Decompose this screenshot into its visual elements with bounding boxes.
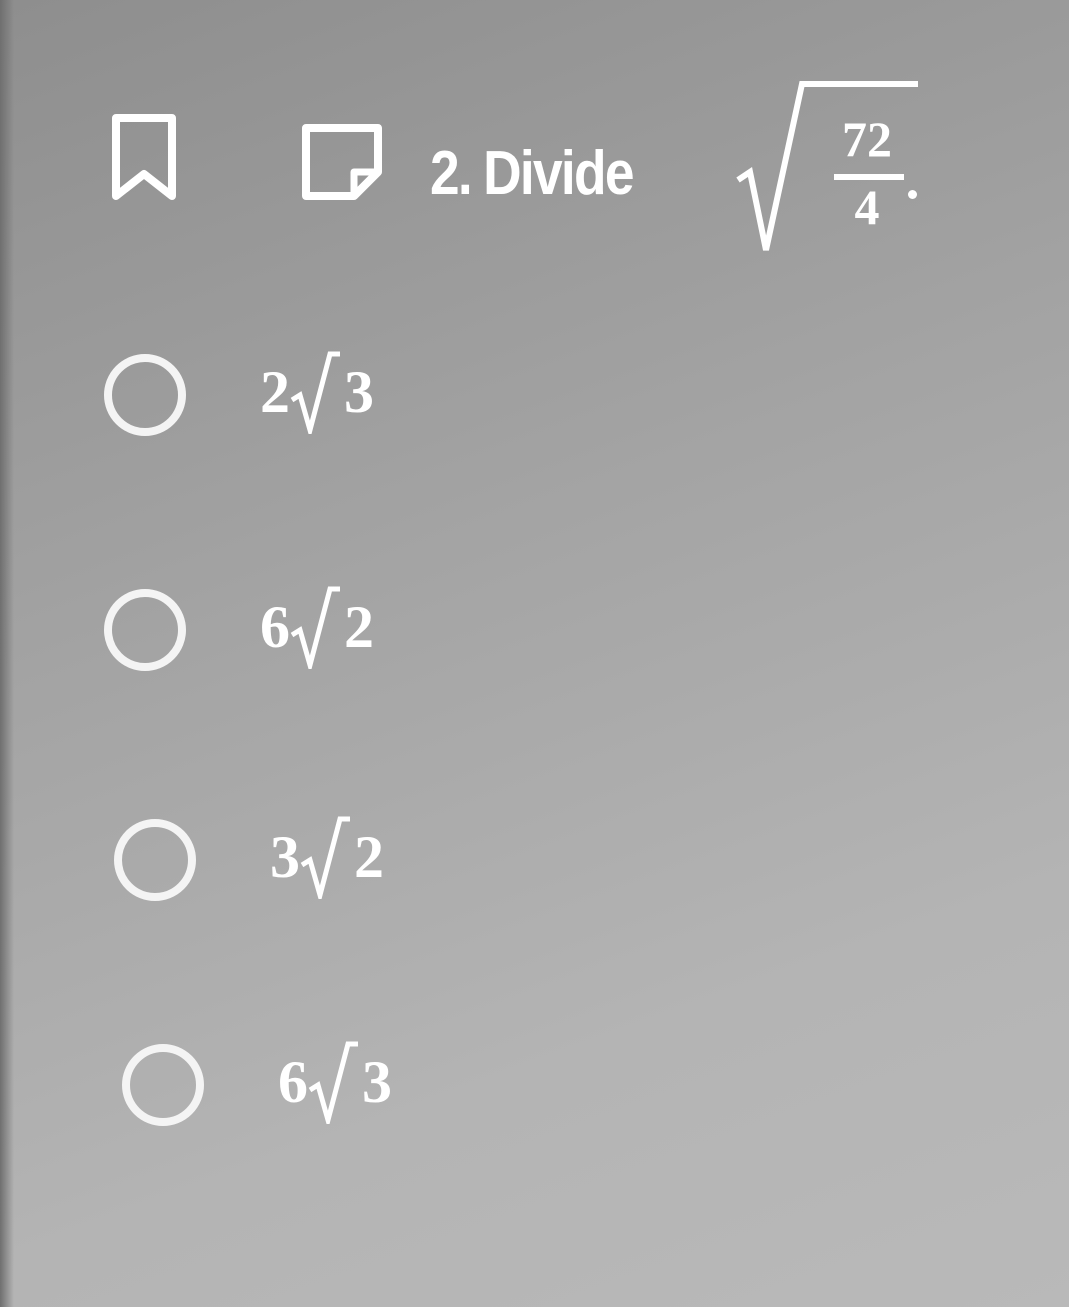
question-text: 2. Divide (430, 138, 634, 209)
fraction-denominator: 4 (854, 179, 880, 235)
answer-option-1[interactable]: 2 3 (100, 340, 520, 450)
radio-button[interactable] (114, 819, 196, 901)
bookmark-icon[interactable] (108, 112, 180, 204)
radio-button[interactable] (122, 1044, 204, 1126)
radical-sign (300, 816, 350, 899)
radio-button[interactable] (104, 354, 186, 436)
answer-value: 3 2 (270, 815, 470, 905)
fraction-numerator: 72 (842, 111, 892, 167)
answer-option-2[interactable]: 6 2 (100, 575, 520, 685)
question-header: 2. Divide 72 4 (100, 80, 1000, 270)
radical-sign (290, 351, 340, 434)
screen-edge (0, 0, 14, 1307)
answer-value: 6 2 (260, 585, 460, 675)
note-icon[interactable] (296, 120, 388, 202)
answer-coefficient: 2 (260, 359, 290, 425)
answer-coefficient: 6 (260, 594, 290, 660)
radio-button[interactable] (104, 589, 186, 671)
question-number: 2. (430, 139, 473, 208)
answer-radicand: 3 (344, 359, 374, 425)
question-prompt: Divide (483, 139, 634, 208)
expression-period (908, 190, 917, 199)
answer-radicand: 2 (344, 594, 374, 660)
quiz-page: 2. Divide 72 4 2 3 6 2 3 2 6 3 (0, 0, 1069, 1307)
answer-value: 2 3 (260, 350, 460, 440)
question-expression: 72 4 (730, 80, 1030, 260)
answer-value: 6 3 (278, 1040, 478, 1130)
radical-sign (308, 1041, 358, 1124)
radical-sign (290, 586, 340, 669)
answer-coefficient: 6 (278, 1049, 308, 1115)
answer-radicand: 3 (362, 1049, 392, 1115)
answer-radicand: 2 (354, 824, 384, 890)
answer-option-3[interactable]: 3 2 (110, 805, 530, 915)
answer-option-4[interactable]: 6 3 (118, 1030, 538, 1140)
answer-coefficient: 3 (270, 824, 300, 890)
